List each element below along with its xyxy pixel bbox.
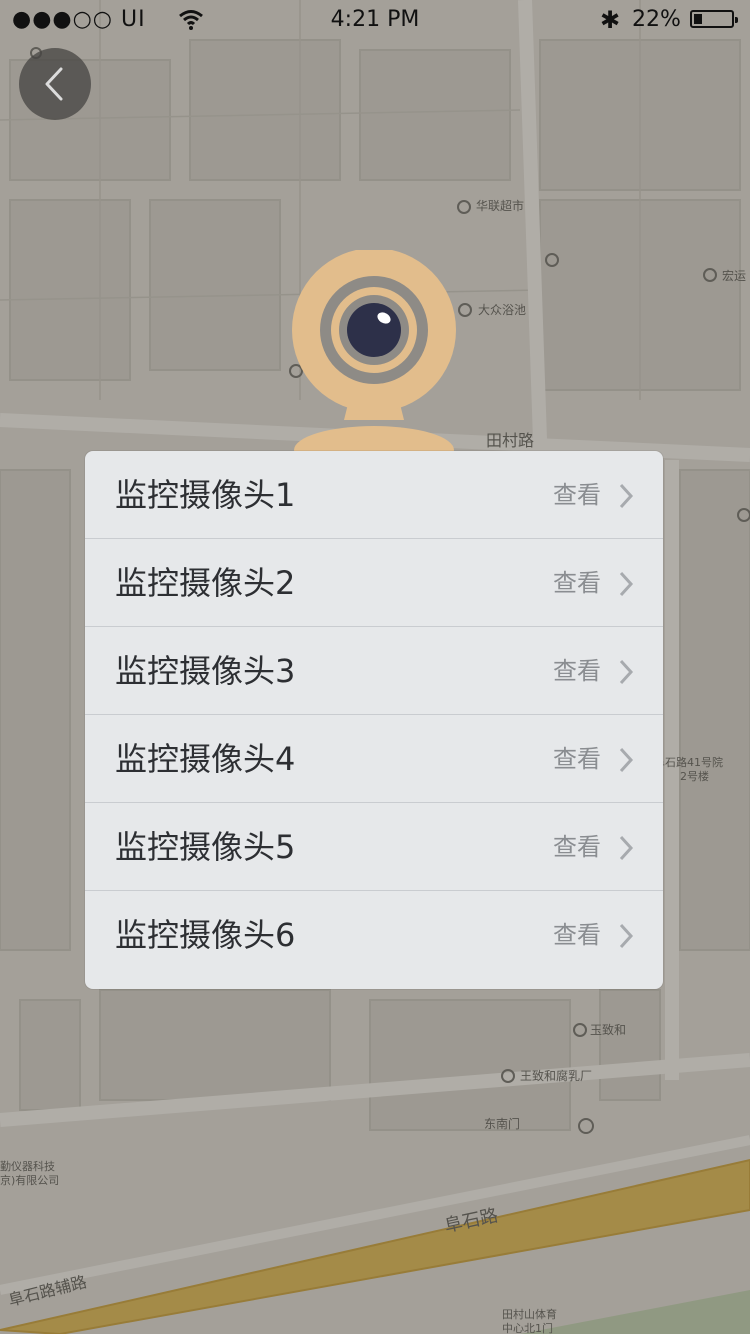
camera-name: 监控摄像头1 bbox=[115, 476, 296, 514]
camera-name: 监控摄像头4 bbox=[115, 740, 296, 778]
chevron-right-icon bbox=[619, 835, 634, 861]
status-bar: ●●●○○ UI 4:21 PM ✱ 22% bbox=[0, 0, 750, 40]
view-link[interactable]: 查看 bbox=[553, 715, 601, 803]
view-link[interactable]: 查看 bbox=[553, 539, 601, 627]
view-link[interactable]: 查看 bbox=[553, 627, 601, 715]
battery-fill bbox=[694, 14, 702, 24]
view-link[interactable]: 查看 bbox=[553, 803, 601, 891]
chevron-right-icon bbox=[619, 571, 634, 597]
camera-list-item[interactable]: 监控摄像头2 查看 bbox=[85, 539, 663, 627]
camera-list-panel: 监控摄像头1 查看 监控摄像头2 查看 监控摄像头3 查看 监控摄像头4 查看 … bbox=[85, 451, 663, 989]
view-link[interactable]: 查看 bbox=[553, 891, 601, 979]
camera-name: 监控摄像头3 bbox=[115, 652, 296, 690]
camera-list-item[interactable]: 监控摄像头1 查看 bbox=[85, 451, 663, 539]
bluetooth-icon: ✱ bbox=[600, 6, 621, 34]
camera-name: 监控摄像头2 bbox=[115, 564, 296, 602]
camera-name: 监控摄像头5 bbox=[115, 828, 296, 866]
camera-list-item[interactable]: 监控摄像头5 查看 bbox=[85, 803, 663, 891]
chevron-right-icon bbox=[619, 659, 634, 685]
battery-percent: 22% bbox=[632, 7, 681, 32]
camera-list-item[interactable]: 监控摄像头3 查看 bbox=[85, 627, 663, 715]
view-link[interactable]: 查看 bbox=[553, 451, 601, 539]
back-button[interactable] bbox=[19, 48, 91, 120]
chevron-left-icon bbox=[45, 67, 63, 101]
chevron-right-icon bbox=[619, 747, 634, 773]
camera-name: 监控摄像头6 bbox=[115, 916, 296, 954]
battery-icon bbox=[690, 10, 738, 28]
camera-list-item[interactable]: 监控摄像头6 查看 bbox=[85, 891, 663, 989]
chevron-right-icon bbox=[619, 483, 634, 509]
camera-list-item[interactable]: 监控摄像头4 查看 bbox=[85, 715, 663, 803]
camera-marker-icon[interactable] bbox=[290, 250, 458, 460]
chevron-right-icon bbox=[619, 923, 634, 949]
